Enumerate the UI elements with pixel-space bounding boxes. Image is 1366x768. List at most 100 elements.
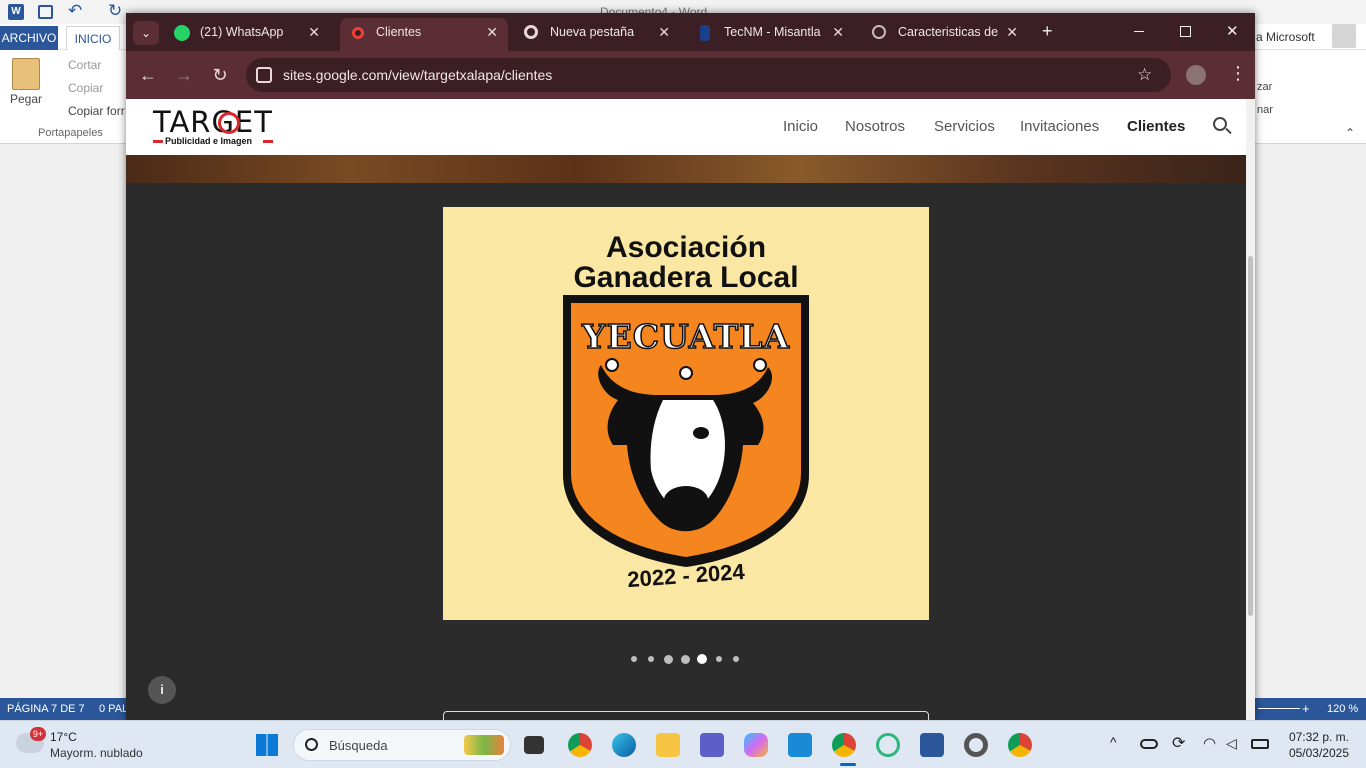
weather-temp[interactable]: 17°C [50, 730, 77, 744]
carousel-slide[interactable]: Asociación Ganadera Local YECUATLA 2022 … [443, 207, 929, 620]
file-explorer-icon[interactable] [656, 733, 680, 757]
tab-archivo[interactable]: ARCHIVO [0, 26, 58, 50]
maximize-icon[interactable] [1180, 26, 1191, 37]
ribbon-fragment-2[interactable]: nar [1257, 104, 1273, 116]
weather-desc[interactable]: Mayorm. nublado [50, 746, 143, 760]
tab-clientes[interactable]: Clientes ✕ [340, 18, 508, 51]
slide-title-1: Asociación [605, 231, 767, 264]
site-logo[interactable]: TARGET Publicidad e Imagen [153, 105, 275, 149]
browser-toolbar: ← → ↻ sites.google.com/view/targetxalapa… [126, 51, 1255, 99]
save-icon[interactable] [38, 5, 53, 19]
start-button[interactable] [256, 734, 278, 756]
account-name[interactable]: a Microsoft [1256, 30, 1315, 44]
tab-inicio[interactable]: INICIO [66, 26, 120, 50]
settings-gear-icon[interactable] [964, 733, 988, 757]
logo-subtitle: Publicidad e Imagen [165, 136, 253, 146]
nav-servicios[interactable]: Servicios [934, 118, 995, 135]
word-icon[interactable] [920, 733, 944, 757]
menu-icon[interactable]: ⋮ [1229, 63, 1247, 83]
tab-nueva-pestana[interactable]: Nueva pestaña ✕ [514, 18, 680, 51]
copilot-icon[interactable] [744, 733, 768, 757]
clipboard-group-label: Portapapeles [38, 127, 103, 139]
clock-time[interactable]: 07:32 p. m. [1287, 730, 1349, 744]
zoom-in-icon[interactable]: + [1302, 698, 1310, 720]
clock-date[interactable]: 05/03/2025 [1283, 746, 1349, 760]
ribbon-fragment-1[interactable]: zar [1257, 81, 1272, 93]
chrome-profile-icon[interactable] [568, 733, 592, 757]
edge-icon[interactable] [612, 733, 636, 757]
page-count[interactable]: PÁGINA 7 DE 7 [7, 698, 85, 720]
forward-icon[interactable]: → [172, 63, 196, 87]
nav-inicio[interactable]: Inicio [783, 118, 818, 135]
remote-desktop-icon[interactable] [788, 733, 812, 757]
zoom-level[interactable]: 120 % [1327, 698, 1358, 720]
info-icon[interactable]: i [148, 676, 176, 704]
carousel-dot[interactable] [697, 654, 707, 664]
next-section-card [443, 711, 929, 720]
atom-icon[interactable] [876, 733, 900, 757]
cut-button[interactable]: Cortar [68, 58, 101, 72]
teams-icon[interactable] [700, 733, 724, 757]
carousel-dot[interactable] [716, 656, 722, 662]
copy-button[interactable]: Copiar [68, 81, 103, 95]
scrollbar-thumb[interactable] [1248, 256, 1253, 616]
tab-tecnm[interactable]: TecNM - Misantla ✕ [688, 18, 854, 51]
paste-button[interactable]: Pegar [10, 92, 42, 106]
nav-clientes[interactable]: Clientes [1127, 118, 1185, 135]
weather-badge: 9+ [30, 727, 46, 741]
tab-search-button[interactable]: ⌄ [133, 21, 159, 45]
nav-nosotros[interactable]: Nosotros [845, 118, 905, 135]
url-text[interactable]: sites.google.com/view/targetxalapa/clien… [283, 58, 552, 92]
show-hidden-icons[interactable]: ^ [1110, 734, 1117, 750]
chrome-icon[interactable] [832, 733, 856, 757]
reload-icon[interactable]: ↻ [208, 63, 232, 87]
task-view-icon[interactable] [524, 736, 544, 754]
zoom-slider[interactable] [1258, 708, 1300, 709]
logo-bar [153, 140, 163, 143]
chrome-window: ⌄ (21) WhatsApp ✕ Clientes ✕ Nueva pesta… [126, 13, 1255, 720]
carousel-dot[interactable] [663, 654, 673, 664]
sync-icon[interactable]: ⟳ [1172, 733, 1185, 753]
logo-target-icon [218, 112, 240, 134]
close-tab-icon[interactable]: ✕ [832, 18, 844, 46]
volume-icon[interactable]: ◁ [1226, 735, 1237, 752]
avatar[interactable] [1332, 24, 1356, 48]
close-tab-icon[interactable]: ✕ [1006, 18, 1018, 46]
search-box[interactable]: Búsqueda [293, 729, 511, 761]
google-sites-icon [352, 27, 364, 39]
logo-text: TARGET [153, 105, 273, 139]
close-tab-icon[interactable]: ✕ [308, 18, 320, 46]
tab-whatsapp[interactable]: (21) WhatsApp ✕ [164, 18, 330, 51]
onedrive-icon[interactable] [1140, 739, 1158, 749]
slide-title-2: Ganadera Local [573, 261, 799, 294]
collapse-ribbon-icon[interactable]: ⌃ [1345, 126, 1355, 140]
hero-banner-image [126, 155, 1246, 183]
format-painter-button[interactable]: Copiar forr [68, 104, 125, 118]
close-window-icon[interactable]: ✕ [1226, 22, 1239, 40]
carousel-dot[interactable] [631, 656, 637, 662]
nav-invitaciones[interactable]: Invitaciones [1020, 118, 1099, 135]
new-tab-icon[interactable]: + [1042, 21, 1053, 42]
search-placeholder: Búsqueda [329, 738, 388, 753]
bookmark-star-icon[interactable]: ☆ [1137, 58, 1152, 92]
address-bar[interactable]: sites.google.com/view/targetxalapa/clien… [246, 58, 1171, 92]
wifi-icon[interactable]: ◠ [1203, 734, 1216, 752]
undo-icon[interactable]: ↶ [68, 1, 82, 21]
word-count[interactable]: 0 PAL [99, 698, 128, 720]
close-tab-icon[interactable]: ✕ [486, 18, 498, 46]
chrome-icon [524, 25, 538, 39]
carousel-dot[interactable] [680, 654, 690, 664]
site-info-icon[interactable] [256, 67, 272, 83]
paste-icon[interactable] [12, 58, 40, 90]
back-icon[interactable]: ← [136, 63, 160, 87]
redo-icon[interactable]: ↻ [108, 1, 122, 21]
chrome-icon-2[interactable] [1008, 733, 1032, 757]
word-app-icon[interactable]: W [8, 4, 24, 20]
carousel-dot[interactable] [733, 656, 739, 662]
minimize-icon[interactable] [1134, 31, 1144, 32]
carousel-dot[interactable] [648, 656, 654, 662]
battery-icon[interactable] [1251, 739, 1269, 749]
profile-avatar-icon[interactable] [1186, 65, 1206, 85]
close-tab-icon[interactable]: ✕ [658, 18, 670, 46]
tab-caracteristicas[interactable]: Caracteristicas de p ✕ [862, 18, 1028, 51]
